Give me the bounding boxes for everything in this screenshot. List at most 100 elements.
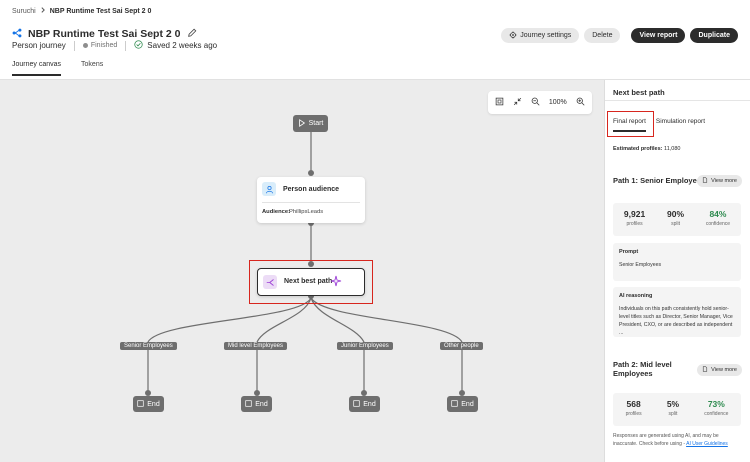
path1-split: 90% — [667, 209, 685, 219]
journey-canvas[interactable]: Start Person audience Audience: Phillips… — [0, 80, 604, 462]
fit-to-screen-icon[interactable] — [495, 97, 504, 108]
end-node-mid[interactable]: End — [241, 396, 272, 412]
status-text: Finished — [90, 42, 118, 49]
stop-square-icon — [137, 399, 144, 409]
header-actions: Journey settings Delete View report Dupl… — [501, 28, 738, 43]
prompt-label: Prompt — [619, 249, 639, 255]
audience-label: Audience: — [262, 209, 291, 215]
nbp-side-panel: Next best path Final report Simulation r… — [604, 80, 750, 462]
branch-icon — [263, 275, 277, 289]
ai-reasoning-text: Individuals on this path consistently ho… — [619, 306, 733, 337]
zoom-toolbar: 100% — [488, 91, 592, 114]
profiles-label: profiles — [625, 411, 642, 417]
path1-view-more-button[interactable]: View more — [697, 175, 742, 187]
zoom-in-icon[interactable] — [576, 97, 585, 108]
delete-button[interactable]: Delete — [584, 28, 621, 43]
saved-text: Saved 2 weeks ago — [147, 41, 218, 50]
stop-square-icon — [353, 399, 360, 409]
divider — [262, 202, 360, 203]
end-label: End — [461, 400, 474, 408]
tab-journey-canvas[interactable]: Journey canvas — [12, 61, 62, 76]
path1-stats: 9,921 profiles 90% split 84% confidence — [613, 203, 741, 236]
check-circle-icon — [134, 40, 143, 51]
path1-profiles: 9,921 — [623, 209, 646, 219]
path-label-senior[interactable]: Senior Employees — [120, 342, 177, 350]
path1-title: Path 1: Senior Employees — [613, 176, 706, 185]
journey-tabs: Journey canvas Tokens — [12, 61, 103, 76]
report-tabs: Final report Simulation report — [613, 118, 705, 132]
start-label: Start — [308, 120, 324, 127]
document-icon — [702, 177, 708, 185]
path-label-mid[interactable]: Mid level Employees — [224, 342, 288, 350]
path2-title: Path 2: Mid level Employees — [613, 360, 672, 379]
view-more-label: View more — [711, 367, 737, 373]
nbp-node-title: Next best path — [284, 278, 333, 285]
breadcrumb-parent[interactable]: Suruchi — [12, 8, 36, 15]
person-icon — [262, 182, 276, 196]
person-audience-node[interactable]: Person audience Audience: PhillipsLeads — [257, 177, 365, 223]
end-node-junior[interactable]: End — [349, 396, 380, 412]
journey-type: Person journey — [12, 41, 66, 50]
path1-ai-reasoning-box: AI reasoning Individuals on this path co… — [613, 287, 741, 337]
status-badge: Finished — [82, 42, 118, 49]
divider — [73, 40, 75, 51]
panel-title: Next best path — [613, 88, 665, 97]
path2-title-line1: Path 2: Mid level — [613, 360, 672, 369]
divider — [125, 40, 127, 51]
breadcrumb-current: NBP Runtime Test Sai Sept 2 0 — [49, 7, 152, 15]
tab-simulation-report[interactable]: Simulation report — [656, 118, 705, 132]
tab-tokens[interactable]: Tokens — [81, 61, 103, 76]
path2-profiles: 568 — [626, 399, 641, 409]
end-node-other[interactable]: End — [447, 396, 478, 412]
path2-split: 5% — [666, 399, 680, 409]
confidence-label: confidence — [704, 411, 729, 417]
divider — [605, 100, 750, 101]
gear-icon — [509, 31, 517, 41]
start-node[interactable]: Start — [293, 115, 328, 132]
prompt-text: Senior Employees — [619, 262, 662, 268]
path2-stats: 568 profiles 5% split 73% confidence — [613, 393, 741, 426]
ai-guidelines-link[interactable]: AI User Guidelines — [686, 441, 728, 447]
estimated-label: Estimated profiles: — [613, 146, 663, 152]
document-icon — [702, 366, 708, 374]
journey-settings-label: Journey settings — [520, 32, 572, 39]
tab-final-report[interactable]: Final report — [613, 118, 646, 132]
zoom-level: 100% — [548, 99, 567, 106]
estimated-profiles: Estimated profiles: 11,080 — [613, 146, 680, 152]
path1-prompt-box: Prompt Senior Employees — [613, 243, 741, 281]
ai-sparkle-icon — [330, 274, 342, 292]
end-node-senior[interactable]: End — [133, 396, 164, 412]
play-icon — [298, 118, 306, 129]
end-label: End — [255, 400, 268, 408]
duplicate-button[interactable]: Duplicate — [690, 28, 738, 43]
end-label: End — [363, 400, 376, 408]
confidence-label: confidence — [705, 221, 731, 227]
stop-square-icon — [245, 399, 252, 409]
split-label: split — [668, 411, 678, 417]
view-report-button[interactable]: View report — [631, 28, 686, 43]
profiles-label: profiles — [626, 221, 643, 227]
next-best-path-node[interactable]: Next best path — [257, 268, 365, 296]
view-more-label: View more — [711, 178, 737, 184]
collapse-icon[interactable] — [513, 97, 522, 108]
journey-header: Suruchi NBP Runtime Test Sai Sept 2 0 NB… — [0, 0, 750, 80]
zoom-out-icon[interactable] — [531, 97, 540, 108]
page-title: NBP Runtime Test Sai Sept 2 0 — [28, 28, 181, 40]
subtitle-row: Person journey Finished Saved 2 weeks ag… — [12, 40, 217, 51]
ai-disclaimer: Responses are generated using AI, and ma… — [613, 433, 743, 448]
audience-node-title: Person audience — [283, 186, 340, 193]
path-label-other[interactable]: Other people — [440, 342, 483, 350]
ai-reasoning-label: AI reasoning — [619, 293, 653, 299]
estimated-value: 11,080 — [664, 146, 681, 152]
journey-settings-button[interactable]: Journey settings — [501, 28, 580, 43]
split-label: split — [671, 221, 680, 227]
path2-confidence: 73% — [707, 399, 725, 409]
path1-confidence: 84% — [709, 209, 727, 219]
chevron-right-icon — [40, 7, 46, 15]
audience-value: PhillipsLeads — [289, 209, 324, 215]
path2-view-more-button[interactable]: View more — [697, 364, 742, 376]
status-dot-icon — [82, 43, 88, 48]
path2-title-line2: Employees — [613, 369, 653, 379]
end-label: End — [147, 400, 160, 408]
path-label-junior[interactable]: Junior Employees — [337, 342, 393, 350]
